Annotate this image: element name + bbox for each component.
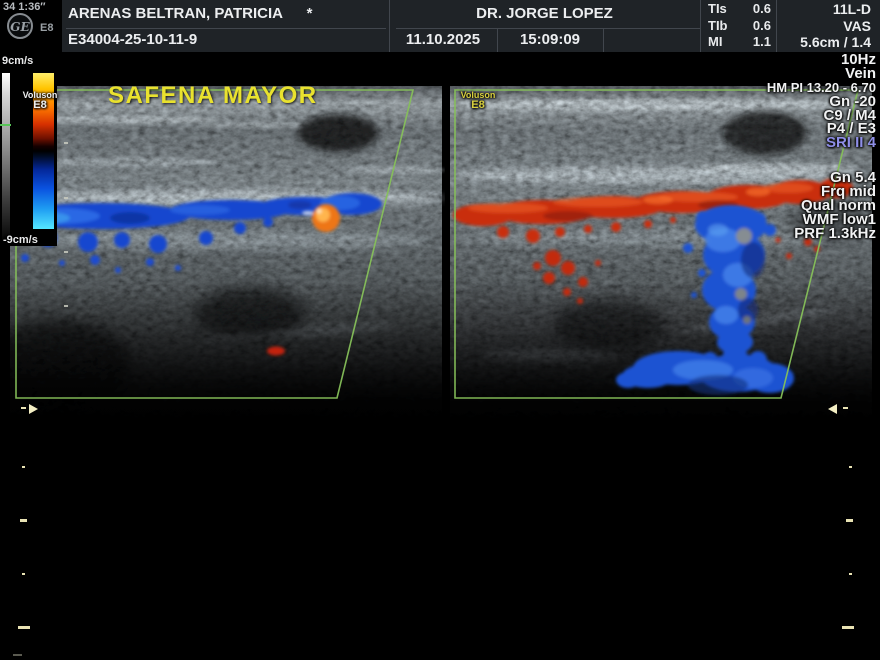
tib-label: TIb (708, 18, 728, 35)
application: Vein (767, 67, 876, 81)
depth-tick (22, 466, 25, 468)
depth-tick (846, 519, 853, 522)
depth-frequency: 5.6cm / 1.4 (777, 34, 877, 51)
depth-tick (64, 305, 68, 307)
ultrasound-screen: 34 1:36″ GE E8 ARENAS BELTRAN, PATRICIA … (0, 0, 880, 660)
exam-time: 15:09:09 (497, 31, 603, 48)
header-divider (396, 28, 700, 29)
exam-date: 11.10.2025 (389, 31, 497, 48)
grayscale-marker (0, 124, 11, 126)
velocity-scale-max: 9cm/s (2, 55, 33, 67)
ultrasound-image-left (0, 70, 450, 438)
physician-field[interactable]: DR. JORGE LOPEZ (389, 5, 700, 22)
depth-tick (843, 407, 848, 409)
depth-tick (13, 654, 22, 656)
svg-text:GE: GE (10, 20, 30, 34)
cf-prf: PRF 1.3kHz (767, 227, 876, 241)
acoustic-output-block: TIs 0.6 TIb 0.6 MI 1.1 (701, 1, 776, 51)
probe-name: 11L-D (777, 1, 877, 18)
parameter-column: 10Hz Vein HM PI 13.20 - 6.70 Gn -20 C9 /… (767, 53, 876, 241)
patient-name: ARENAS BELTRAN, PATRICIA (68, 5, 282, 22)
depth-tick (849, 466, 852, 468)
flow-speck-red-left (267, 347, 285, 356)
header-divider (603, 28, 604, 52)
ge-logo-icon: GE (6, 12, 34, 40)
focus-marker-icon[interactable] (29, 404, 38, 414)
depth-tick (64, 142, 68, 144)
watermark-left: Voluson E8 (20, 90, 60, 110)
depth-fade-left (10, 282, 442, 432)
tis-label: TIs (708, 1, 727, 18)
model-label: E8 (20, 100, 60, 110)
depth-tick (849, 573, 852, 575)
header-divider (66, 28, 386, 29)
system-model-badge: E8 (40, 22, 53, 34)
watermark-right: Voluson E8 (458, 90, 498, 110)
depth-tick (64, 251, 68, 253)
mi-label: MI (708, 34, 722, 51)
tis-value: 0.6 (753, 1, 771, 18)
sri-setting: SRI II 4 (767, 136, 876, 150)
mi-value: 1.1 (753, 34, 771, 51)
image-panel-left[interactable] (0, 70, 450, 438)
model-label: E8 (458, 100, 498, 110)
tib-value: 0.6 (753, 18, 771, 35)
depth-tick (18, 626, 30, 629)
grayscale-bar (2, 73, 10, 245)
focus-marker-icon[interactable] (828, 404, 837, 414)
depth-tick (20, 519, 27, 522)
annotation-text: SAFENA MAYOR (108, 82, 318, 110)
patient-flag: * (307, 5, 313, 22)
depth-tick (22, 573, 25, 575)
depth-tick (21, 407, 26, 409)
depth-tick (64, 197, 68, 199)
preset-name: VAS (777, 18, 877, 35)
probe-block: 11L-D VAS 5.6cm / 1.4 (777, 1, 877, 51)
velocity-scale-min: -9cm/s (3, 234, 38, 246)
depth-tick (842, 626, 854, 629)
exam-id-field[interactable]: E34004-25-10-11-9 (68, 31, 197, 48)
patient-name-field[interactable]: ARENAS BELTRAN, PATRICIA * (68, 5, 312, 22)
